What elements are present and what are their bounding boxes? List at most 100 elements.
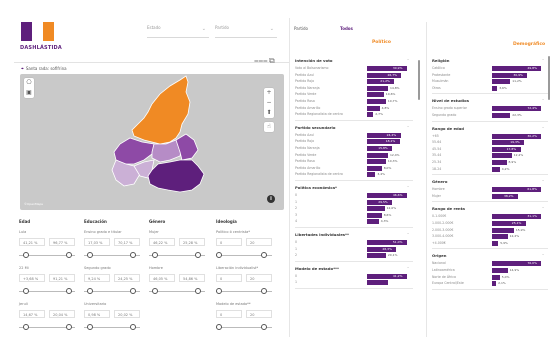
collapse-icon[interactable]: ˄ bbox=[542, 179, 544, 184]
stat-row[interactable]: Partido Rojo 21,2% bbox=[295, 78, 413, 85]
stat-row[interactable]: 0 41,2% bbox=[295, 273, 413, 280]
map-region-dark-purple[interactable] bbox=[147, 159, 205, 193]
pointer-select-icon[interactable]: ☝ bbox=[264, 122, 274, 132]
stat-group-header[interactable]: Origen ˄ bbox=[432, 253, 548, 258]
collapse-icon[interactable]: ˄ bbox=[542, 98, 544, 103]
range-slider-track[interactable] bbox=[215, 324, 272, 330]
filter-max-input[interactable]: 20,02 % bbox=[114, 310, 140, 318]
collapse-icon[interactable]: ˄ bbox=[542, 206, 544, 211]
range-slider-track[interactable] bbox=[84, 252, 140, 258]
compass-icon[interactable]: ⬆ bbox=[264, 108, 274, 118]
stat-group-header[interactable]: Rango de renta ˄ bbox=[432, 206, 548, 211]
filter-icon[interactable]: ⩶ bbox=[254, 56, 268, 66]
range-slider-track[interactable] bbox=[19, 324, 75, 330]
range-slider-track[interactable] bbox=[149, 252, 205, 258]
zoom-out-icon[interactable]: − bbox=[264, 98, 274, 108]
collapse-icon[interactable]: ˄ bbox=[407, 125, 409, 130]
stat-row[interactable]: 2.000-3.000€ 15,9% bbox=[432, 227, 548, 234]
tab-todos[interactable]: Todos bbox=[340, 26, 353, 31]
slider-max-handle[interactable] bbox=[66, 252, 73, 258]
stat-row[interactable]: 1.000-2.000€ 25,1% bbox=[432, 220, 548, 227]
stat-group-header[interactable]: Política económica* ˄ bbox=[295, 185, 413, 190]
collapse-icon[interactable]: ˄ bbox=[407, 185, 409, 190]
filter-max-input[interactable]: 20,04 % bbox=[49, 310, 75, 318]
stat-row[interactable]: Ensino grado superior 72,4% bbox=[432, 105, 548, 112]
stat-row[interactable]: 0 51,0% bbox=[295, 239, 413, 246]
filter-min-input[interactable]: 17,03 % bbox=[84, 238, 110, 246]
stat-row[interactable]: Partido Rosa 10,3% bbox=[295, 158, 413, 165]
stat-row[interactable]: 18-24 4,2% bbox=[432, 166, 548, 173]
stat-row[interactable]: Partido Naranja 15,8% bbox=[295, 145, 413, 152]
stat-row[interactable]: 1 29,5% bbox=[295, 199, 413, 206]
stat-group-header[interactable]: Partido secundario ˄ bbox=[295, 125, 413, 130]
filter-max-input[interactable]: 96,77 % bbox=[49, 238, 75, 246]
slider-max-handle[interactable] bbox=[130, 252, 137, 258]
stat-row[interactable]: Otros 3,6% bbox=[432, 85, 548, 92]
slider-max-handle[interactable] bbox=[260, 288, 267, 294]
slider-min-handle[interactable] bbox=[215, 252, 222, 258]
zoom-in-icon[interactable]: + bbox=[264, 88, 274, 98]
stat-row[interactable]: 35-44 12,2% bbox=[432, 152, 548, 159]
range-slider-track[interactable] bbox=[149, 288, 205, 294]
filter-max-input[interactable]: 20 bbox=[246, 274, 272, 282]
state-dropdown[interactable]: Estado ⌄ bbox=[147, 25, 209, 38]
stat-row[interactable]: Mujer 38,2% bbox=[432, 193, 548, 200]
stat-row[interactable]: Católico 49,8% bbox=[432, 65, 548, 72]
filter-max-input[interactable]: 70,17 % bbox=[114, 238, 140, 246]
legend-icon[interactable]: ▣ bbox=[24, 88, 34, 98]
stat-row[interactable]: Partido Rosa 10,7% bbox=[295, 98, 413, 105]
stat-row[interactable]: 3 8,6% bbox=[295, 212, 413, 219]
stat-row[interactable]: Voto al Bolsonarismo 30,9% bbox=[295, 65, 413, 72]
stat-row[interactable]: 0 46,6% bbox=[295, 192, 413, 199]
stat-row[interactable]: 0-1.000€ 31,1% bbox=[432, 213, 548, 220]
filter-min-input[interactable]: 46,05 % bbox=[149, 274, 175, 282]
slider-min-handle[interactable] bbox=[22, 252, 29, 258]
slider-min-handle[interactable] bbox=[215, 324, 222, 330]
stat-row[interactable]: Europa Central/Este 2,1% bbox=[432, 280, 548, 287]
slider-min-handle[interactable] bbox=[215, 288, 222, 294]
stat-row[interactable]: 45-54 17,8% bbox=[432, 146, 548, 153]
range-slider-track[interactable] bbox=[215, 288, 272, 294]
stat-row[interactable]: Partido Amarillo 8,0% bbox=[295, 165, 413, 172]
range-slider-track[interactable] bbox=[215, 252, 272, 258]
slider-max-handle[interactable] bbox=[130, 288, 137, 294]
stat-group-header[interactable]: Modelo de estado*** ˄ bbox=[295, 266, 413, 271]
stat-row[interactable]: 2 20,1% bbox=[295, 252, 413, 259]
info-icon[interactable]: i bbox=[267, 195, 275, 203]
range-slider-track[interactable] bbox=[19, 252, 75, 258]
filter-min-input[interactable]: 46,22 % bbox=[149, 238, 175, 246]
range-slider-track[interactable] bbox=[84, 288, 140, 294]
stat-row[interactable]: Partido Verde 12,4% bbox=[295, 152, 413, 159]
stat-row[interactable]: 2 12,0% bbox=[295, 205, 413, 212]
stat-row[interactable]: Hombre 61,8% bbox=[432, 186, 548, 193]
stat-group-header[interactable]: Libertades individuales** ˄ bbox=[295, 232, 413, 237]
layers-icon[interactable]: ⎔ bbox=[24, 78, 34, 88]
filter-min-input[interactable]: 9,24 % bbox=[84, 274, 110, 282]
filter-min-input[interactable]: 0,98 % bbox=[84, 310, 110, 318]
slider-min-handle[interactable] bbox=[22, 288, 29, 294]
stat-row[interactable]: Partido Verde 10,6% bbox=[295, 91, 413, 98]
filter-max-input[interactable]: 20 bbox=[246, 310, 272, 318]
map-view[interactable]: ⎔ ▣ + − ⬆ ☝ ©OpenMaps bbox=[20, 74, 284, 210]
filter-max-input[interactable]: 91,21 % bbox=[49, 274, 75, 282]
stat-row[interactable]: Partido Regionalista de centro 3,4% bbox=[295, 171, 413, 178]
politica-scrollbar[interactable] bbox=[418, 60, 420, 100]
slider-max-handle[interactable] bbox=[260, 324, 267, 330]
slider-min-handle[interactable] bbox=[151, 288, 158, 294]
collapse-icon[interactable]: ˄ bbox=[542, 253, 544, 258]
filter-max-input[interactable]: 54,86 % bbox=[179, 274, 205, 282]
stat-row[interactable]: Partido Naranja 14,8% bbox=[295, 85, 413, 92]
stat-row[interactable]: Partido Amarillo 4,8% bbox=[295, 105, 413, 112]
stat-row[interactable]: 3.000-4.000€ 12,2% bbox=[432, 233, 548, 240]
slider-min-handle[interactable] bbox=[22, 324, 29, 330]
stat-group-header[interactable]: Género ˄ bbox=[432, 179, 548, 184]
stat-group-header[interactable]: Intención de voto ˄ bbox=[295, 58, 413, 63]
slider-max-handle[interactable] bbox=[260, 252, 267, 258]
range-slider-track[interactable] bbox=[84, 324, 140, 330]
filter-max-input[interactable]: 24,25 % bbox=[114, 274, 140, 282]
collapse-icon[interactable]: ˄ bbox=[407, 232, 409, 237]
stat-row[interactable]: Partido Azul 24,4% bbox=[295, 132, 413, 139]
slider-max-handle[interactable] bbox=[66, 288, 73, 294]
filter-min-input[interactable]: +3,68 % bbox=[19, 274, 45, 282]
stat-group-header[interactable]: Nivel de estudios ˄ bbox=[432, 98, 548, 103]
